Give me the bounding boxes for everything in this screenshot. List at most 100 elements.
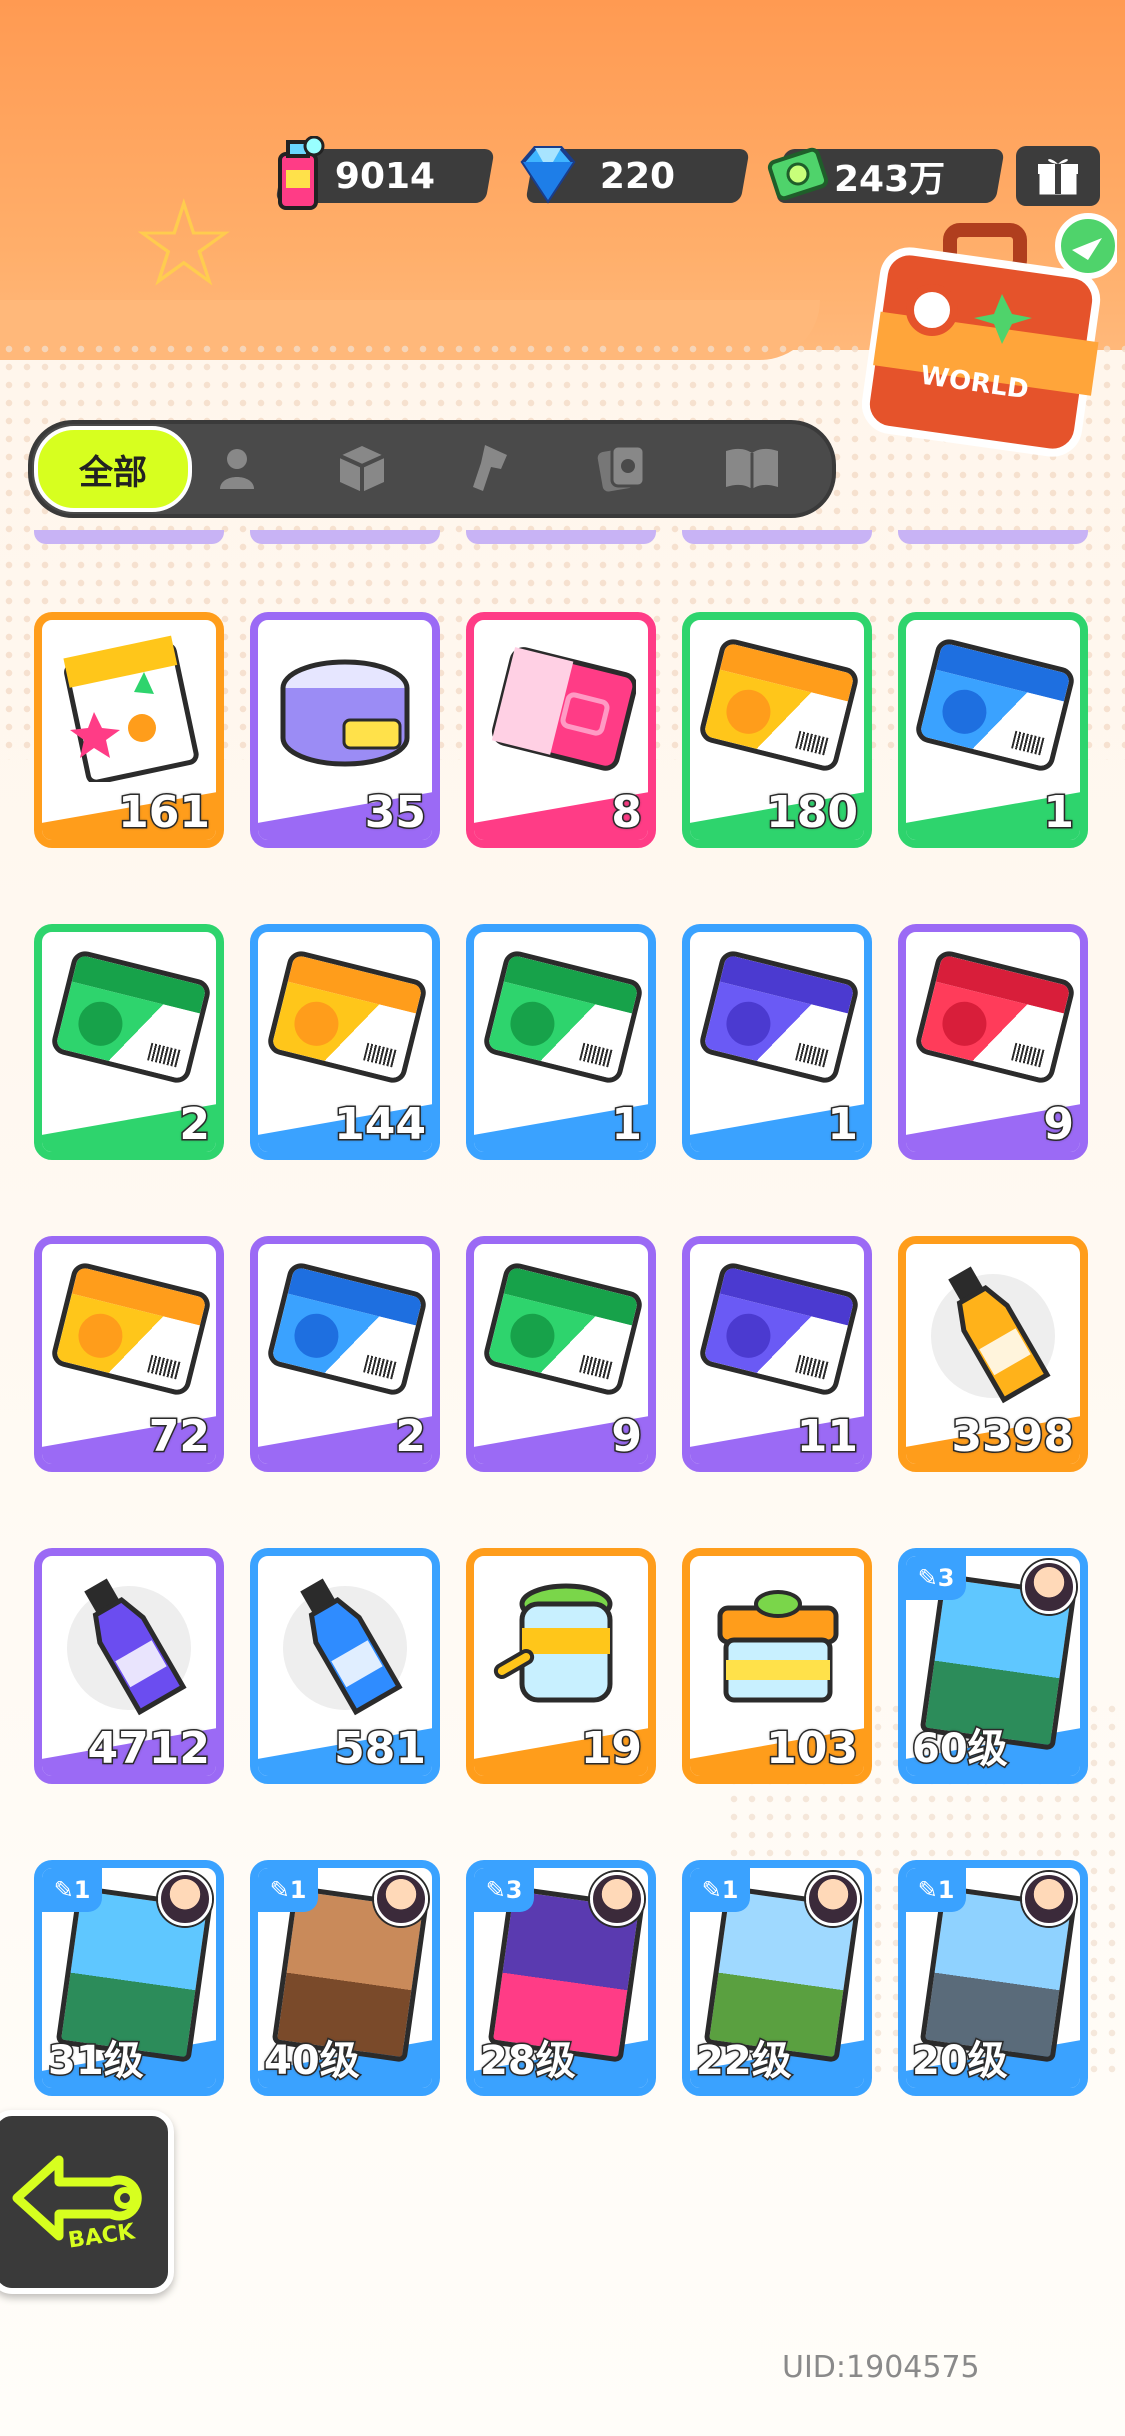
item-count: 161 (117, 786, 212, 840)
ticket-icon (697, 1260, 861, 1398)
item-count: 35 (363, 786, 427, 840)
item-card[interactable]: 9 (898, 924, 1088, 1160)
item-card[interactable]: ✎1 40级 (250, 1860, 440, 2096)
person-icon (220, 449, 254, 489)
gift-button[interactable] (1016, 146, 1100, 206)
tab-all[interactable]: 全部 (34, 426, 192, 512)
cash-currency[interactable]: 243万 (767, 147, 1005, 204)
item-card[interactable]: 8 (466, 612, 656, 848)
ticket-icon (481, 948, 645, 1086)
star-decoration-icon: ☆ (130, 175, 238, 314)
avatar (158, 1872, 212, 1926)
item-level: 60级 (911, 1725, 1010, 1774)
item-count: 3398 (950, 1410, 1075, 1464)
tab-box[interactable] (332, 438, 392, 498)
paint-box-icon (717, 1590, 839, 1703)
tab-book[interactable] (722, 438, 782, 498)
diamond-icon (510, 134, 586, 214)
paint-jar-icon (493, 1583, 613, 1703)
rank-tag: ✎1 (906, 1868, 966, 1912)
item-card[interactable]: 161 (34, 612, 224, 848)
cash-count: 243万 (834, 159, 946, 200)
avatar (806, 1872, 860, 1926)
suitcase-icon (861, 213, 1121, 457)
rank-tag: ✎1 (42, 1868, 102, 1912)
category-tab-bar: 全部 (28, 420, 836, 518)
item-count: 1 (1042, 786, 1076, 840)
pink-card-icon (491, 647, 636, 771)
item-level: 31级 (47, 2037, 146, 2086)
item-card[interactable]: 1 (466, 924, 656, 1160)
item-count: 2 (178, 1098, 212, 1152)
spray-count: 9014 (334, 155, 436, 197)
gem-count: 220 (599, 155, 676, 197)
item-card[interactable]: ✎1 20级 (898, 1860, 1088, 2096)
spray-gun-icon (473, 445, 507, 491)
tab-spray[interactable] (462, 438, 522, 498)
avatar (590, 1872, 644, 1926)
item-card[interactable]: 2 (250, 1236, 440, 1472)
gift-box-icon (1038, 159, 1078, 195)
item-card[interactable]: 9 (466, 1236, 656, 1472)
ticket-icon (913, 636, 1077, 774)
item-level: 22级 (695, 2037, 794, 2086)
item-card[interactable]: 35 (250, 612, 440, 848)
item-card[interactable]: 2 (34, 924, 224, 1160)
item-card[interactable]: 3398 (898, 1236, 1088, 1472)
item-card[interactable]: 19 (466, 1548, 656, 1784)
item-card[interactable]: ✎3 60级 (898, 1548, 1088, 1784)
box-icon (339, 446, 385, 492)
color-bottle-icon (931, 1266, 1055, 1404)
ticket-icon (697, 636, 861, 774)
item-card[interactable]: 103 (682, 1548, 872, 1784)
item-count: 9 (610, 1410, 644, 1464)
rank-tag: ✎3 (474, 1868, 534, 1912)
item-card[interactable]: 1 (682, 924, 872, 1160)
world-badge[interactable]: WORLD (861, 210, 1121, 470)
user-id: UID:1904575 (782, 2350, 980, 2385)
item-card[interactable]: ✎3 28级 (466, 1860, 656, 2096)
avatar (374, 1872, 428, 1926)
item-card[interactable]: 581 (250, 1548, 440, 1784)
item-count: 72 (147, 1410, 211, 1464)
item-card[interactable]: 72 (34, 1236, 224, 1472)
card-icon (597, 444, 646, 492)
gem-currency[interactable]: 220 (520, 146, 750, 204)
tab-character[interactable] (207, 438, 267, 498)
item-card[interactable]: ✎1 22级 (682, 1860, 872, 2096)
item-count: 144 (333, 1098, 428, 1152)
ticket-icon (265, 948, 429, 1086)
item-count: 8 (610, 786, 644, 840)
item-card[interactable]: 180 (682, 612, 872, 848)
partial-row (34, 530, 1094, 544)
ticket-icon (697, 948, 861, 1086)
item-count: 4712 (86, 1722, 211, 1776)
item-count: 11 (795, 1410, 859, 1464)
ticket-icon (49, 1260, 213, 1398)
item-count: 1 (826, 1098, 860, 1152)
avatar (1022, 1872, 1076, 1926)
tab-card[interactable] (592, 438, 652, 498)
ticket-icon (49, 948, 213, 1086)
avatar (1022, 1560, 1076, 1614)
item-card[interactable]: 11 (682, 1236, 872, 1472)
ticket-icon (481, 1260, 645, 1398)
back-button[interactable]: BACK (0, 2110, 174, 2294)
item-count: 19 (579, 1722, 643, 1776)
rank-tag: ✎3 (906, 1556, 966, 1600)
item-count: 1 (610, 1098, 644, 1152)
color-bottle-icon (283, 1578, 407, 1716)
spray-can-icon (260, 134, 336, 214)
item-count: 180 (765, 786, 860, 840)
cash-icon (760, 134, 836, 214)
ticket-icon (265, 1260, 429, 1398)
item-count: 2 (394, 1410, 428, 1464)
item-level: 40级 (263, 2037, 362, 2086)
item-count: 103 (765, 1722, 860, 1776)
spray-currency[interactable]: 9014 (275, 136, 495, 210)
item-card[interactable]: ✎1 31级 (34, 1860, 224, 2096)
item-card[interactable]: 1 (898, 612, 1088, 848)
ticket-icon (913, 948, 1077, 1086)
item-card[interactable]: 144 (250, 924, 440, 1160)
item-card[interactable]: 4712 (34, 1548, 224, 1784)
